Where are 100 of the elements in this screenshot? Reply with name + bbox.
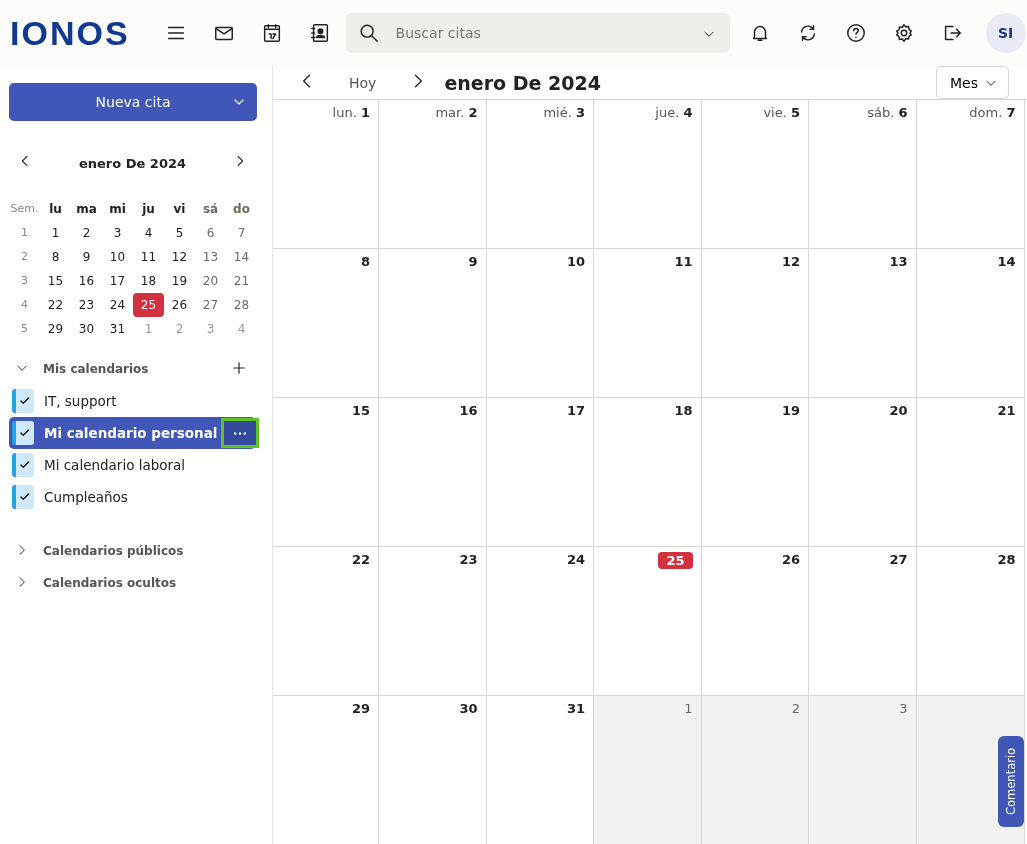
- day-cell[interactable]: vie. 5: [701, 100, 809, 249]
- day-cell[interactable]: 10: [486, 249, 594, 398]
- day[interactable]: 31: [102, 317, 133, 341]
- day[interactable]: 24: [102, 293, 133, 317]
- day-cell[interactable]: sáb. 6: [809, 100, 917, 249]
- checkbox[interactable]: [12, 389, 34, 413]
- day[interactable]: 18: [133, 269, 164, 293]
- mini-calendar-title: enero De 2024: [78, 155, 187, 171]
- day[interactable]: 1: [40, 221, 71, 245]
- view-dropdown[interactable]: Mes: [936, 66, 1009, 99]
- day-number: 31: [566, 701, 585, 716]
- day[interactable]: 23: [71, 293, 102, 317]
- day-cell[interactable]: 12: [701, 249, 809, 398]
- search-field[interactable]: Buscar citas: [345, 13, 730, 53]
- day[interactable]: 26: [164, 293, 195, 317]
- day-cell[interactable]: 9: [379, 249, 487, 398]
- more-options-button[interactable]: [221, 418, 259, 448]
- day-cell[interactable]: 22: [273, 547, 379, 696]
- day-cell[interactable]: 8: [273, 249, 379, 398]
- day-cell[interactable]: 11: [594, 249, 702, 398]
- day[interactable]: 27: [195, 293, 226, 317]
- day[interactable]: 6: [195, 221, 226, 245]
- today-button[interactable]: Hoy: [343, 73, 383, 92]
- day-number: 9: [468, 254, 478, 269]
- day-cell[interactable]: 1: [594, 696, 702, 844]
- day-number: 21: [997, 403, 1016, 418]
- day[interactable]: 20: [195, 269, 226, 293]
- calendar-item[interactable]: IT, support: [9, 385, 256, 417]
- day[interactable]: 22: [40, 293, 71, 317]
- day[interactable]: 21: [226, 269, 257, 293]
- calendar-item[interactable]: Mi calendario laboral: [9, 449, 256, 481]
- day[interactable]: 25: [133, 293, 164, 317]
- contact-book-icon: [308, 22, 331, 44]
- day-number: 24: [566, 552, 585, 567]
- day[interactable]: 8: [40, 245, 71, 269]
- day-cell[interactable]: 24: [486, 547, 594, 696]
- day[interactable]: 4: [133, 221, 164, 245]
- day-cell[interactable]: 19: [701, 398, 809, 547]
- user-avatar[interactable]: SI: [985, 13, 1026, 53]
- day[interactable]: 10: [102, 245, 133, 269]
- day-cell[interactable]: 21: [916, 398, 1025, 547]
- day-cell[interactable]: dom. 7: [916, 100, 1025, 249]
- weekday-header: ma: [75, 201, 98, 218]
- day-cell[interactable]: 30: [379, 696, 487, 844]
- day-number: 27: [889, 552, 908, 567]
- day-cell[interactable]: 17: [486, 398, 594, 547]
- day-number: sáb. 6: [867, 105, 908, 120]
- weekday-header: vi: [172, 201, 187, 218]
- checkbox[interactable]: [12, 485, 34, 509]
- day-cell[interactable]: 14: [916, 249, 1025, 398]
- day[interactable]: 29: [40, 317, 71, 341]
- day-cell[interactable]: 20: [809, 398, 917, 547]
- day-cell[interactable]: jue. 4: [594, 100, 702, 249]
- calendar-item[interactable]: Mi calendario personal: [9, 417, 256, 449]
- day-number: 30: [459, 701, 478, 716]
- day-cell[interactable]: 3: [809, 696, 917, 844]
- day[interactable]: 5: [164, 221, 195, 245]
- weekday-header: mi: [108, 201, 127, 218]
- day-cell[interactable]: 2: [701, 696, 809, 844]
- checkbox[interactable]: [12, 421, 34, 445]
- day[interactable]: 15: [40, 269, 71, 293]
- day-number: 10: [566, 254, 585, 269]
- day[interactable]: 2: [71, 221, 102, 245]
- day[interactable]: 13: [195, 245, 226, 269]
- day[interactable]: 30: [71, 317, 102, 341]
- day[interactable]: 9: [71, 245, 102, 269]
- day-number: 17: [566, 403, 585, 418]
- checkbox[interactable]: [12, 453, 34, 477]
- day-cell[interactable]: 29: [273, 696, 379, 844]
- new-appointment-button[interactable]: Nueva cita: [9, 83, 257, 121]
- day-cell[interactable]: 15: [273, 398, 379, 547]
- day-cell[interactable]: mié. 3: [486, 100, 594, 249]
- day[interactable]: 28: [226, 293, 257, 317]
- day[interactable]: 3: [102, 221, 133, 245]
- group-label[interactable]: Mis calendarios: [43, 362, 230, 376]
- day[interactable]: 12: [164, 245, 195, 269]
- group-label[interactable]: Calendarios públicos: [43, 544, 256, 558]
- day[interactable]: 19: [164, 269, 195, 293]
- help-icon: [844, 22, 867, 44]
- day[interactable]: 11: [133, 245, 164, 269]
- day-number: 29: [351, 701, 370, 716]
- day[interactable]: 14: [226, 245, 257, 269]
- day-cell[interactable]: 13: [809, 249, 917, 398]
- logo[interactable]: IONOS: [10, 13, 132, 53]
- day-cell[interactable]: 16: [379, 398, 487, 547]
- feedback-button[interactable]: Comentario: [998, 736, 1024, 827]
- group-label[interactable]: Calendarios ocultos: [43, 576, 256, 590]
- week-number: 5: [20, 321, 29, 337]
- day-cell[interactable]: lun. 1: [273, 100, 379, 249]
- day-number: 19: [781, 403, 800, 418]
- day-cell[interactable]: 18: [594, 398, 702, 547]
- calendar-item[interactable]: Cumpleaños: [9, 481, 256, 513]
- day-number: 12: [781, 254, 800, 269]
- day-cell[interactable]: 23: [379, 547, 487, 696]
- day-cell[interactable]: mar. 2: [379, 100, 487, 249]
- day-number: vie. 5: [763, 105, 800, 120]
- day[interactable]: 16: [71, 269, 102, 293]
- day[interactable]: 17: [102, 269, 133, 293]
- day-number: 20: [889, 403, 908, 418]
- day[interactable]: 7: [226, 221, 257, 245]
